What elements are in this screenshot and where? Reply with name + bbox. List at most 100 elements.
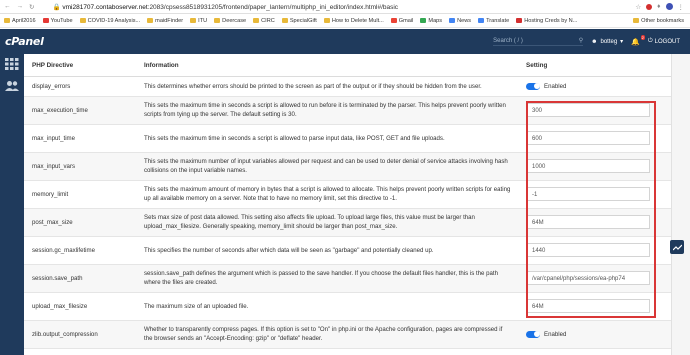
reload-icon[interactable]: ↻ [29, 3, 34, 11]
table-row: post_max_size Sets max size of post data … [24, 208, 671, 237]
bookmark-item[interactable]: YouTube [42, 18, 73, 24]
hosting-icon [516, 18, 523, 23]
bookmark-item[interactable]: Gmail [390, 18, 413, 24]
other-bookmarks-label: Other bookmarks [641, 17, 684, 24]
toggle-knob[interactable] [526, 82, 540, 90]
notification-count: 2 [640, 34, 645, 40]
column-header-setting: Setting [518, 54, 671, 77]
php-ini-editor: PHP Directive Information Setting displa… [24, 54, 671, 355]
bookmarks-bar: April2016 YouTube COVID-19 Analysis... maid… [0, 14, 690, 28]
toggle-knob[interactable] [526, 330, 540, 338]
table-row: session.save_path session.save_path defin… [24, 264, 671, 293]
toggle-switch[interactable]: Enabled [526, 82, 665, 91]
bookmark-item[interactable]: Deercase [214, 18, 246, 24]
notifications-button[interactable]: 🔔 2 [631, 34, 645, 46]
directive-info: The maximum size of an uploaded file. [136, 292, 518, 321]
sidebar [0, 54, 24, 355]
bookmark-label: How to Delete Mult... [331, 17, 384, 24]
bookmark-item[interactable]: April2016 [4, 18, 36, 24]
back-icon[interactable]: ← [4, 3, 11, 11]
table-row: memory_limit This sets the maximum amount… [24, 180, 671, 209]
menu-icon[interactable]: ⋮ [678, 3, 685, 11]
search-field[interactable]: Search ( / ) ⚲ [493, 37, 584, 46]
bookmark-item[interactable]: How to Delete Mult... [323, 17, 384, 24]
bookmark-label: News [457, 17, 472, 24]
setting-input[interactable]: 1000 [526, 159, 650, 173]
directive-name: zlib.output_compression [24, 320, 136, 349]
profile-avatar[interactable] [665, 3, 673, 10]
folder-icon [190, 18, 197, 23]
directive-name: post_max_size [24, 208, 136, 237]
directive-name: upload_max_filesize [24, 292, 136, 321]
setting-input[interactable]: 1440 [526, 243, 650, 257]
url-host: vmi281707.contaboserver.net [62, 3, 148, 11]
setting-input[interactable]: 300 [526, 103, 650, 117]
logout-icon: ⏻ [647, 38, 653, 44]
folder-icon [281, 18, 288, 23]
bookmark-item[interactable]: maidFinder [147, 18, 183, 24]
directive-name: max_input_time [24, 124, 136, 153]
setting-input[interactable]: 600 [526, 131, 650, 145]
extension-icon[interactable] [646, 3, 653, 10]
directive-setting: -1 [518, 180, 671, 209]
bookmark-label: CIRC [261, 17, 275, 24]
users-icon[interactable] [5, 80, 19, 92]
directive-setting: 600 [518, 124, 671, 153]
directive-name: session.gc_maxlifetime [24, 236, 136, 265]
stats-button[interactable] [670, 240, 684, 254]
directive-name: max_input_vars [24, 152, 136, 181]
bookmark-label: ITU [198, 17, 208, 24]
puzzle-icon[interactable]: ♦ [657, 3, 660, 10]
bell-icon: 🔔 [631, 38, 640, 46]
user-icon: ☻ [591, 38, 598, 45]
cpanel-logo[interactable]: cPanel [0, 35, 44, 48]
table-row: max_execution_time This sets the maximum … [24, 96, 671, 125]
folder-icon [4, 18, 10, 23]
bookmark-label: April2016 [12, 17, 36, 24]
directive-info: This sets the maximum number of input va… [136, 152, 518, 181]
toggle-switch[interactable]: Enabled [526, 330, 665, 339]
other-bookmarks[interactable]: Other bookmarks [633, 18, 690, 24]
bookmark-item[interactable]: ITU [190, 18, 207, 24]
chevron-down-icon: ▾ [620, 39, 624, 45]
bookmark-label: Deercase [222, 17, 247, 24]
youtube-icon [42, 18, 49, 23]
bookmark-label: COVID-19 Analysis... [87, 17, 141, 24]
bookmark-label: Maps [428, 17, 443, 24]
search-input[interactable]: Search ( / ) [493, 38, 523, 44]
php-directives-table: PHP Directive Information Setting displa… [24, 54, 671, 349]
bookmark-item[interactable]: News [449, 18, 471, 24]
bookmark-item[interactable]: COVID-19 Analysis... [79, 17, 141, 24]
directive-setting: 1000 [518, 152, 671, 181]
column-header-info: Information [136, 54, 518, 77]
setting-input[interactable]: 64M [526, 299, 650, 313]
star-icon[interactable]: ☆ [635, 3, 641, 11]
setting-input[interactable]: -1 [526, 187, 650, 201]
news-icon [449, 18, 456, 23]
toggle-label: Enabled [544, 330, 567, 338]
bookmark-item[interactable]: Translate [478, 18, 509, 24]
logout-button[interactable]: ⏻ LOGOUT [648, 38, 680, 45]
search-icon: ⚲ [578, 38, 584, 44]
user-menu[interactable]: ☻ botteg ▾ [591, 38, 624, 46]
browser-address-bar: ← → ↻ 🔒 vmi281707.contaboserver.net:2083… [0, 0, 690, 14]
bookmark-item[interactable]: CIRC [253, 18, 275, 24]
maps-icon [420, 18, 427, 23]
bookmark-item[interactable]: Hosting Creds by N... [516, 18, 577, 24]
nav-buttons: ← → ↻ [0, 3, 34, 11]
grid-icon[interactable] [5, 58, 19, 70]
table-row: max_input_time This sets the maximum time… [24, 124, 671, 153]
forward-icon[interactable]: → [17, 3, 24, 11]
scrollbar-track[interactable] [671, 54, 690, 355]
directive-info: Sets max size of post data allowed. This… [136, 208, 518, 237]
bookmark-item[interactable]: Maps [420, 18, 442, 24]
bookmark-item[interactable]: SpecialGift [281, 18, 317, 24]
table-row: max_input_vars This sets the maximum numb… [24, 152, 671, 181]
directive-setting: /var/cpanel/php/sessions/ea-php74 [518, 264, 671, 293]
url-field[interactable]: 🔒 vmi281707.contaboserver.net:2083/cpses… [52, 3, 398, 11]
toggle-label: Enabled [544, 82, 567, 90]
bookmark-label: maidFinder [155, 17, 184, 24]
setting-input[interactable]: 64M [526, 215, 650, 229]
setting-input[interactable]: /var/cpanel/php/sessions/ea-php74 [526, 271, 650, 285]
directive-name: memory_limit [24, 180, 136, 209]
